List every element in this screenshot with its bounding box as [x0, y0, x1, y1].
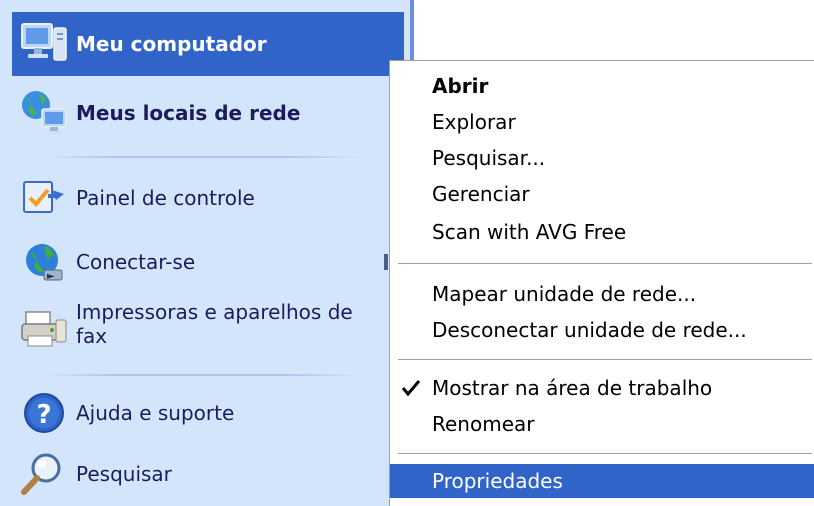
menu-item-explore[interactable]: Explorar — [390, 105, 814, 139]
menu-item-properties[interactable]: Propriedades — [390, 464, 814, 498]
start-item-label: Impressoras e aparelhos de fax — [76, 300, 353, 348]
start-item-control-panel[interactable]: Painel de controle — [12, 172, 404, 224]
menu-item-scan-avg[interactable]: Scan with AVG Free — [390, 215, 814, 249]
menu-separator — [398, 263, 812, 267]
menu-item-label: Abrir — [432, 74, 489, 98]
start-item-label: Ajuda e suporte — [76, 401, 235, 425]
start-item-label: Pesquisar — [76, 462, 172, 486]
menu-item-label: Pesquisar... — [432, 146, 546, 170]
screen: Meu computador Meus locais de rede Paine… — [0, 0, 814, 506]
start-item-label: Painel de controle — [76, 186, 255, 210]
network-places-icon — [14, 87, 74, 139]
menu-item-disconnect-drive[interactable]: Desconectar unidade de rede... — [390, 313, 814, 347]
menu-item-open[interactable]: Abrir — [390, 69, 814, 103]
help-icon: ? — [14, 387, 74, 439]
menu-item-label: Mostrar na área de trabalho — [432, 376, 713, 400]
connect-icon: ► — [14, 236, 74, 288]
svg-text:?: ? — [36, 400, 51, 430]
start-item-label: Conectar-se — [76, 250, 196, 274]
checkmark-icon — [400, 377, 422, 399]
svg-text:►: ► — [47, 271, 55, 282]
menu-separator — [398, 359, 812, 363]
menu-item-label: Propriedades — [432, 469, 563, 493]
menu-item-label: Desconectar unidade de rede... — [432, 318, 747, 342]
start-item-my-computer[interactable]: Meu computador — [12, 12, 404, 76]
menu-item-label: Mapear unidade de rede... — [432, 282, 697, 306]
control-panel-icon — [14, 172, 74, 224]
menu-item-manage[interactable]: Gerenciar — [390, 177, 814, 211]
start-item-printers[interactable]: Impressoras e aparelhos de fax — [12, 296, 404, 364]
printer-icon — [14, 300, 74, 352]
my-computer-icon — [14, 18, 74, 70]
search-icon — [14, 448, 74, 500]
menu-item-show-on-desktop[interactable]: Mostrar na área de trabalho — [390, 371, 814, 405]
start-item-connect[interactable]: ► Conectar-se — [12, 236, 404, 288]
submenu-marker — [384, 254, 388, 270]
context-menu: Abrir Explorar Pesquisar... Gerenciar Sc… — [389, 60, 814, 506]
menu-item-label: Gerenciar — [432, 182, 530, 206]
start-menu-separator — [44, 374, 360, 376]
menu-item-rename[interactable]: Renomear — [390, 407, 814, 441]
start-menu-right-column: Meu computador Meus locais de rede Paine… — [0, 0, 414, 506]
start-item-help[interactable]: ? Ajuda e suporte — [12, 388, 404, 438]
menu-item-map-drive[interactable]: Mapear unidade de rede... — [390, 277, 814, 311]
start-menu-separator — [44, 156, 360, 158]
start-item-search[interactable]: Pesquisar — [12, 448, 404, 500]
start-item-label: Meus locais de rede — [76, 101, 301, 125]
menu-item-label: Renomear — [432, 412, 535, 436]
start-item-network-places[interactable]: Meus locais de rede — [12, 80, 404, 146]
start-item-label: Meu computador — [76, 32, 267, 56]
menu-separator — [398, 453, 812, 457]
menu-item-search[interactable]: Pesquisar... — [390, 141, 814, 175]
menu-item-label: Scan with AVG Free — [432, 220, 627, 244]
menu-item-label: Explorar — [432, 110, 516, 134]
